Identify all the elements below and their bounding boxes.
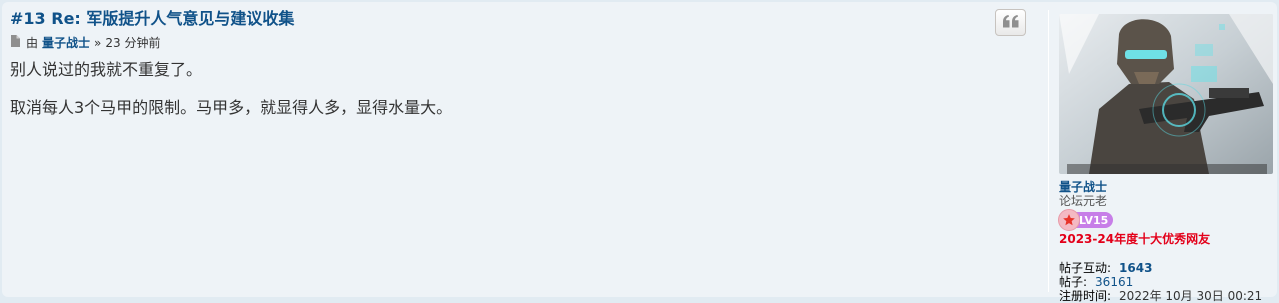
- file-icon[interactable]: [10, 35, 20, 51]
- profile-username[interactable]: 量子战士: [1059, 180, 1274, 194]
- stat-interactions: 帖子互动: 1643: [1059, 261, 1274, 275]
- stat-value: 2022年 10月 30日 00:21: [1119, 289, 1263, 303]
- post-content: 别人说过的我就不重复了。 取消每人3个马甲的限制。马甲多，就显得人多，显得水量大…: [10, 58, 1030, 120]
- stat-label: 注册时间:: [1059, 289, 1112, 303]
- profile-stats: 帖子互动: 1643 帖子: 36161 注册时间: 2022年 10月 30日 00…: [1059, 261, 1274, 303]
- post-paragraph: 取消每人3个马甲的限制。马甲多，就显得人多，显得水量大。: [10, 98, 453, 117]
- profile-rank: 论坛元老: [1059, 194, 1108, 208]
- avatar[interactable]: [1059, 14, 1273, 174]
- stat-label: 帖子:: [1059, 275, 1088, 289]
- profile-divider: [1048, 10, 1049, 292]
- post-time: 23 分钟前: [105, 36, 161, 50]
- stat-value[interactable]: 36161: [1095, 275, 1133, 289]
- post-title[interactable]: #13 Re: 军版提升人气意见与建议收集: [10, 8, 1030, 30]
- meta-by: 由: [26, 36, 39, 50]
- meta-separator: »: [94, 36, 102, 50]
- post-author[interactable]: 量子战士: [42, 35, 90, 51]
- quote-icon: [1002, 13, 1019, 32]
- profile-award: 2023-24年度十大优秀网友: [1059, 232, 1211, 246]
- post: #13 Re: 军版提升人气意见与建议收集 由 量子战士 » 23 分钟前 别人…: [2, 2, 1277, 303]
- stat-posts: 帖子: 36161: [1059, 275, 1274, 289]
- stat-joined: 注册时间: 2022年 10月 30日 00:21: [1059, 289, 1274, 303]
- post-profile: 量子战士 论坛元老 LV15 2023-24年度十大优秀网友 帖子互动: 1643…: [1058, 14, 1274, 303]
- level-text: LV15: [1079, 213, 1109, 227]
- post-body: #13 Re: 军版提升人气意见与建议收集 由 量子战士 » 23 分钟前 别人…: [10, 8, 1030, 134]
- post-meta: 由 量子战士 » 23 分钟前: [10, 35, 1030, 51]
- post-paragraph: 别人说过的我就不重复了。: [10, 60, 203, 79]
- level-row: LV15: [1058, 209, 1274, 231]
- level-badge: LV15: [1058, 209, 1114, 231]
- quote-button[interactable]: [995, 9, 1026, 36]
- stat-value[interactable]: 1643: [1119, 261, 1152, 275]
- star-icon: [1058, 209, 1080, 231]
- stat-label: 帖子互动:: [1059, 261, 1112, 275]
